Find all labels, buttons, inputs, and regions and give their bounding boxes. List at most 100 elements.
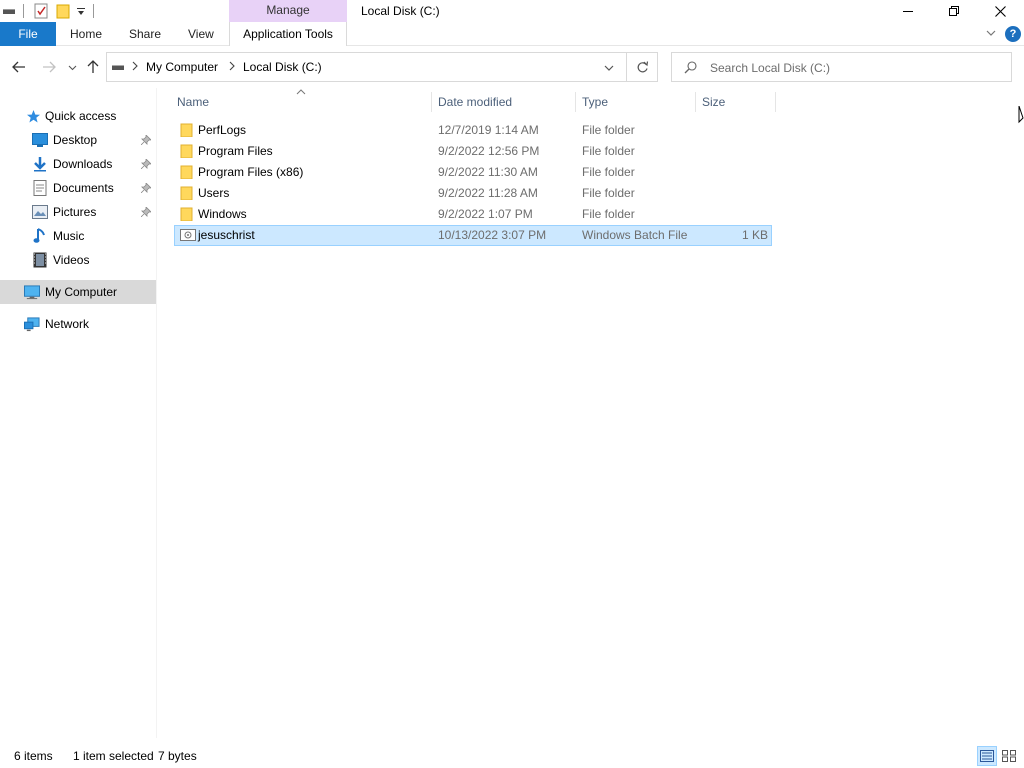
file-name: PerfLogs	[198, 123, 247, 137]
column-header-date-modified[interactable]: Date modified	[438, 88, 512, 116]
column-header-row: Name Date modified Type Size	[166, 88, 786, 116]
properties-icon[interactable]	[33, 3, 49, 22]
manage-context-tab-header: Manage	[229, 0, 347, 22]
file-type: File folder	[582, 123, 635, 137]
column-divider[interactable]	[431, 92, 432, 112]
desktop-icon	[32, 132, 48, 148]
sidebar-item-label: Quick access	[45, 109, 117, 123]
tab-view[interactable]: View	[188, 22, 214, 46]
column-divider[interactable]	[775, 92, 776, 112]
table-row-selected[interactable]: jesuschrist 10/13/2022 3:07 PM Windows B…	[174, 225, 772, 246]
search-icon	[684, 61, 697, 77]
item-count: 6 items	[14, 749, 53, 763]
sidebar-item-my-computer[interactable]: My Computer	[0, 280, 156, 304]
address-history-chevron-icon[interactable]	[603, 62, 615, 76]
sidebar-item-pictures[interactable]: Pictures	[0, 200, 156, 224]
file-type: File folder	[582, 165, 635, 179]
sidebar-item-label: Documents	[53, 181, 114, 195]
folder-icon	[180, 123, 194, 138]
file-date-modified: 9/2/2022 11:30 AM	[438, 165, 538, 179]
column-header-type[interactable]: Type	[582, 88, 608, 116]
large-icons-view-button[interactable]	[999, 746, 1019, 766]
address-bar[interactable]: My Computer Local Disk (C:)	[106, 52, 658, 82]
file-name: Windows	[198, 207, 247, 221]
sidebar-item-label: Desktop	[53, 133, 98, 147]
minimize-button[interactable]	[885, 0, 931, 22]
navigation-bar: My Computer Local Disk (C:)	[0, 47, 1024, 87]
pictures-icon	[32, 204, 48, 220]
sidebar-item-label: Music	[53, 229, 85, 243]
restore-icon	[949, 6, 959, 16]
tab-home[interactable]: Home	[70, 22, 102, 46]
table-row[interactable]: Program Files (x86) 9/2/2022 11:30 AM Fi…	[174, 162, 772, 183]
forward-button[interactable]	[40, 59, 58, 75]
file-date-modified: 10/13/2022 3:07 PM	[438, 228, 547, 242]
breadcrumb-my-computer[interactable]: My Computer	[146, 60, 218, 74]
column-header-name[interactable]: Name	[177, 88, 209, 116]
refresh-icon	[637, 60, 648, 72]
forward-arrow-icon	[43, 61, 56, 73]
table-row[interactable]: PerfLogs 12/7/2019 1:14 AM File folder	[174, 120, 772, 141]
videos-icon	[32, 252, 48, 268]
tab-share[interactable]: Share	[129, 22, 161, 46]
expand-ribbon-chevron-icon[interactable]	[985, 27, 997, 42]
sidebar-item-label: Pictures	[53, 205, 97, 219]
tab-application-tools[interactable]: Application Tools	[229, 22, 347, 46]
details-view-icon	[980, 750, 994, 762]
back-button[interactable]	[10, 59, 28, 75]
toolbar-separator	[23, 4, 24, 18]
pane-divider[interactable]	[156, 88, 157, 738]
maximize-button[interactable]	[931, 0, 977, 22]
customize-toolbar-chevron-icon[interactable]	[76, 6, 86, 20]
drive-icon	[111, 60, 125, 77]
sidebar-item-quick-access[interactable]: Quick access	[0, 104, 156, 128]
file-size: 1 KB	[741, 228, 768, 242]
details-view-button[interactable]	[977, 746, 997, 766]
table-row[interactable]: Program Files 9/2/2022 12:56 PM File fol…	[174, 141, 772, 162]
up-button[interactable]	[84, 59, 102, 75]
file-type: File folder	[582, 144, 635, 158]
new-folder-icon[interactable]	[56, 3, 70, 22]
selection-count: 1 item selected	[73, 749, 154, 763]
downloads-icon	[32, 156, 48, 172]
search-input[interactable]	[710, 59, 1000, 77]
sidebar-item-documents[interactable]: Documents	[0, 176, 156, 200]
sidebar-item-label: Videos	[53, 253, 90, 267]
table-row[interactable]: Users 9/2/2022 11:28 AM File folder	[174, 183, 772, 204]
sidebar-item-downloads[interactable]: Downloads	[0, 152, 156, 176]
breadcrumb-separator-icon[interactable]	[228, 60, 236, 74]
sidebar-item-label: My Computer	[45, 285, 118, 299]
sidebar-item-desktop[interactable]: Desktop	[0, 128, 156, 152]
breadcrumb-local-disk[interactable]: Local Disk (C:)	[243, 60, 322, 74]
refresh-button[interactable]	[626, 52, 658, 82]
tab-file[interactable]: File	[0, 22, 56, 46]
folder-icon	[180, 207, 194, 222]
column-divider[interactable]	[695, 92, 696, 112]
column-divider[interactable]	[575, 92, 576, 112]
selection-size: 7 bytes	[158, 749, 197, 763]
search-box[interactable]	[671, 52, 1012, 82]
column-header-size[interactable]: Size	[702, 88, 725, 116]
star-icon	[25, 108, 41, 124]
sidebar-item-music[interactable]: Music	[0, 224, 156, 248]
drive-icon	[2, 3, 16, 20]
pin-icon	[140, 158, 152, 172]
pin-icon	[140, 134, 152, 148]
file-type: File folder	[582, 186, 635, 200]
pin-icon	[140, 206, 152, 220]
close-button[interactable]	[977, 0, 1023, 22]
file-date-modified: 9/2/2022 12:56 PM	[438, 144, 540, 158]
recent-locations-button[interactable]	[63, 59, 81, 75]
large-icons-view-icon	[1002, 750, 1016, 762]
table-row[interactable]: Windows 9/2/2022 1:07 PM File folder	[174, 204, 772, 225]
title-bar: Manage Local Disk (C:)	[0, 0, 1024, 22]
sidebar-item-videos[interactable]: Videos	[0, 248, 156, 272]
file-name: Program Files (x86)	[198, 165, 304, 179]
minimize-icon	[903, 11, 913, 12]
network-icon	[24, 316, 40, 332]
sort-ascending-icon	[296, 88, 306, 98]
breadcrumb-separator-icon[interactable]	[131, 60, 139, 74]
sidebar-item-network[interactable]: Network	[0, 312, 156, 336]
sidebar-item-label: Network	[45, 317, 90, 331]
help-icon[interactable]: ?	[1005, 26, 1021, 42]
